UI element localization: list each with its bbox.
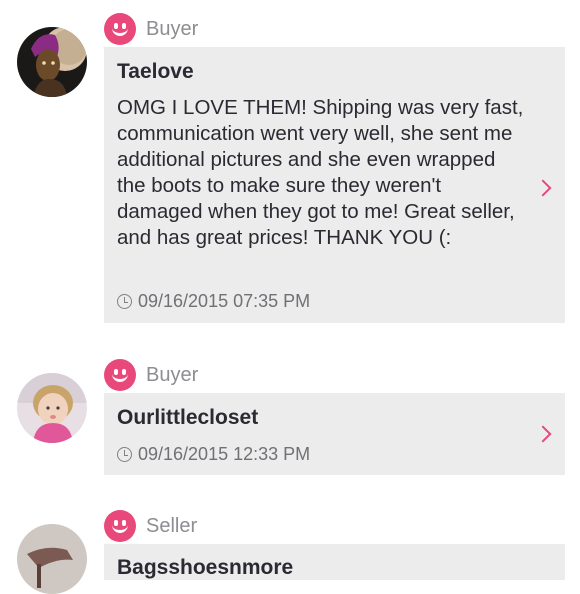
review-date: 09/16/2015 07:35 PM (117, 291, 310, 312)
role-row: Seller (104, 510, 197, 542)
username[interactable]: Ourlittlecloset (117, 406, 258, 430)
role-label: Buyer (146, 363, 199, 386)
smiley-icon (104, 510, 136, 542)
review-bubble[interactable]: Bagsshoesnmore (104, 544, 565, 580)
username[interactable]: Taelove (117, 60, 194, 84)
chevron-right-icon[interactable] (534, 425, 552, 443)
role-label: Buyer (146, 17, 199, 40)
avatar[interactable] (17, 373, 87, 443)
date-text: 09/16/2015 12:33 PM (138, 444, 311, 464)
avatar[interactable] (17, 524, 87, 594)
role-row: Buyer (104, 359, 198, 391)
review-text: OMG I LOVE THEM! Shipping was very fast,… (117, 96, 524, 249)
review-bubble[interactable]: Ourlittlecloset 09/16/2015 12:33 PM (104, 393, 565, 475)
smiley-icon (104, 359, 136, 391)
review-date: 09/16/2015 12:33 PM (117, 444, 310, 465)
role-label: Seller (146, 514, 198, 537)
date-text: 09/16/2015 07:35 PM (138, 291, 311, 311)
avatar[interactable] (17, 27, 87, 97)
chevron-right-icon[interactable] (534, 179, 552, 197)
username[interactable]: Bagsshoesnmore (117, 556, 293, 580)
role-row: Buyer (104, 13, 198, 45)
review-bubble[interactable]: Taelove OMG I LOVE THEM! Shipping was ve… (104, 47, 565, 323)
clock-icon (117, 294, 132, 309)
clock-icon (117, 447, 132, 462)
smiley-icon (104, 13, 136, 45)
